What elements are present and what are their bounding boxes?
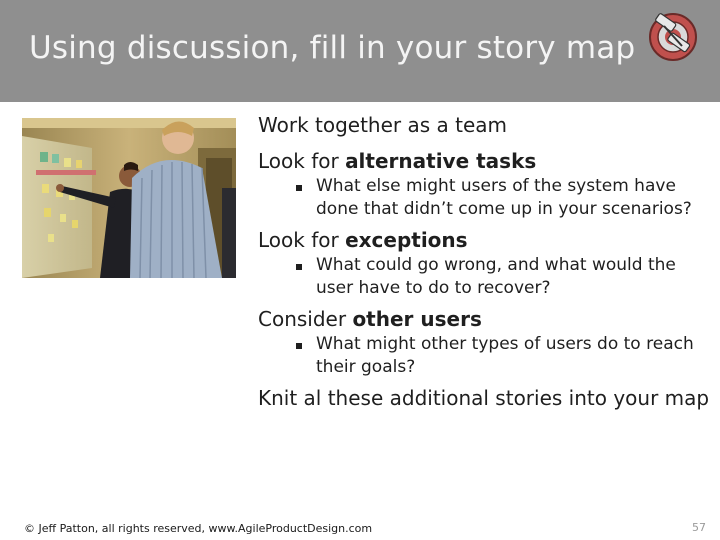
page-number: 57	[692, 521, 706, 534]
emphasis-text: other users	[352, 307, 482, 331]
footer-copyright: © Jeff Patton, all rights reserved, www.…	[24, 522, 373, 535]
list-item: Knit al these additional stories into yo…	[258, 386, 710, 410]
bullet-square-icon	[296, 185, 302, 191]
bullet-square-icon	[296, 343, 302, 349]
team-at-whiteboard-photo	[22, 118, 236, 278]
bullet-list: Work together as a team Look for alterna…	[258, 112, 718, 412]
list-item: Work together as a team	[258, 113, 508, 137]
target-with-hands-logo-icon	[649, 13, 697, 61]
sub-item: What could go wrong, and what would the …	[258, 254, 718, 300]
list-item: Consider other users	[258, 307, 482, 331]
title-bar: Using discussion, fill in your story map	[0, 0, 720, 102]
emphasis-text: exceptions	[345, 228, 468, 252]
bullet-square-icon	[296, 264, 302, 270]
list-item: Look for alternative tasks	[258, 149, 537, 173]
emphasis-text: alternative tasks	[345, 149, 537, 173]
sub-item: What else might users of the system have…	[258, 175, 718, 221]
slide-title: Using discussion, fill in your story map	[29, 30, 636, 66]
sub-item: What might other types of users do to re…	[258, 333, 718, 379]
list-item: Look for exceptions	[258, 228, 468, 252]
